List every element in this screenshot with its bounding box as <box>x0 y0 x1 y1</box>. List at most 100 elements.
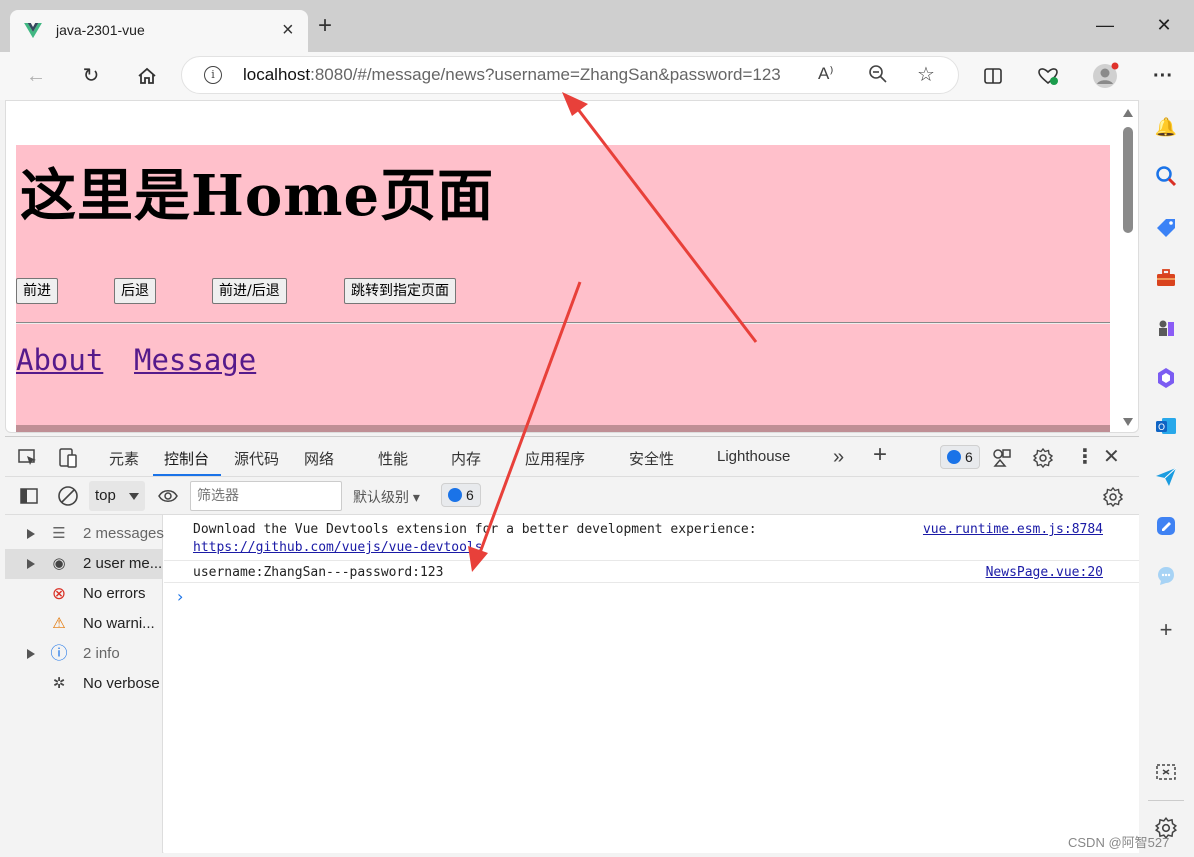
profile-avatar-icon[interactable] <box>1091 62 1119 90</box>
message-bubble-icon <box>947 450 961 464</box>
expand-arrow-icon[interactable] <box>27 649 35 659</box>
list-icon: ☰ <box>52 525 66 542</box>
scroll-up-arrow-icon[interactable] <box>1123 109 1133 117</box>
split-screen-icon[interactable] <box>979 62 1007 90</box>
send-paper-plane-icon[interactable] <box>1154 465 1178 489</box>
devtools-settings-icon[interactable] <box>1032 447 1054 469</box>
browser-essentials-icon[interactable] <box>1034 62 1062 90</box>
push-route-button[interactable]: 跳转到指定页面 <box>344 278 456 304</box>
browser-tab[interactable]: java-2301-vue × <box>10 10 308 52</box>
drop-note-icon[interactable] <box>1154 514 1178 538</box>
more-tabs-icon[interactable]: » <box>833 447 844 467</box>
settings-menu-button[interactable]: ··· <box>1149 62 1177 90</box>
console-message: Download the Vue Devtools extension for … <box>164 515 1139 561</box>
address-bar[interactable]: i localhost:8080/#/message/news?username… <box>181 56 959 94</box>
device-toolbar-icon[interactable] <box>57 447 79 469</box>
tab-lighthouse[interactable]: Lighthouse <box>717 448 790 465</box>
maximize-button[interactable] <box>1084 10 1130 40</box>
page-viewport: 这里是Home页面 前进 后退 前进/后退 跳转到指定页面 About Mess… <box>5 100 1139 433</box>
go-button[interactable]: 前进/后退 <box>212 278 287 304</box>
tab-security[interactable]: 安全性 <box>629 448 674 469</box>
log-level-value: 默认级别 <box>353 489 409 505</box>
edge-sidebar: 🔔 O + <box>1140 100 1194 857</box>
tab-performance[interactable]: 性能 <box>378 448 408 469</box>
scroll-thumb[interactable] <box>1123 127 1133 233</box>
live-expression-eye-icon[interactable] <box>157 486 179 506</box>
page-scrollbar[interactable] <box>1120 105 1136 430</box>
tools-toolbox-icon[interactable] <box>1154 266 1178 290</box>
vue-logo-icon <box>24 23 42 39</box>
sidebar-item-errors[interactable]: ⊗ No errors <box>5 579 163 609</box>
devtools-link[interactable]: https://github.com/vuejs/vue-devtools <box>193 540 483 555</box>
screenshot-capture-icon[interactable] <box>1154 760 1178 784</box>
scroll-down-arrow-icon[interactable] <box>1123 418 1133 426</box>
more-options-icon[interactable]: ⋮ <box>1075 447 1095 467</box>
back-button[interactable]: 后退 <box>114 278 156 304</box>
sidebar-divider <box>1148 800 1184 801</box>
zoom-out-icon[interactable] <box>868 64 888 84</box>
site-info-icon[interactable]: i <box>204 66 222 84</box>
tab-elements[interactable]: 元素 <box>109 448 139 469</box>
message-source-link[interactable]: NewsPage.vue:20 <box>986 565 1103 580</box>
console-prompt-icon[interactable]: › <box>177 587 183 606</box>
home-icon[interactable] <box>133 62 161 90</box>
games-chess-icon[interactable] <box>1154 316 1178 340</box>
forward-button[interactable]: 前进 <box>16 278 58 304</box>
divider <box>16 322 1110 324</box>
tab-memory[interactable]: 内存 <box>451 448 481 469</box>
log-level-select[interactable]: 默认级别 ▾ <box>353 487 420 507</box>
console-message: username:ZhangSan---password:123 NewsPag… <box>164 561 1139 583</box>
show-sidebar-icon[interactable] <box>19 486 39 506</box>
sidebar-item-verbose[interactable]: ✲ No verbose <box>5 669 163 699</box>
tab-close-button[interactable]: × <box>282 19 294 42</box>
console-toolbar: top 默认级别 ▾ 6 <box>5 477 1139 515</box>
customize-icon[interactable] <box>991 447 1013 469</box>
expand-arrow-icon[interactable] <box>27 529 35 539</box>
tab-network[interactable]: 网络 <box>304 448 334 469</box>
tab-application[interactable]: 应用程序 <box>525 448 585 469</box>
console-settings-icon[interactable] <box>1102 486 1124 508</box>
bug-icon: ✲ <box>52 675 66 692</box>
microsoft-365-icon[interactable] <box>1154 366 1178 390</box>
sidebar-item-info[interactable]: ⓘ 2 info <box>5 639 163 669</box>
chat-bubble-icon[interactable] <box>1154 564 1178 588</box>
close-devtools-icon[interactable]: ✕ <box>1103 447 1120 467</box>
favorite-star-icon[interactable]: ☆ <box>917 62 935 87</box>
warning-icon: ⚠ <box>52 615 66 632</box>
tab-sources[interactable]: 源代码 <box>234 448 279 469</box>
message-source-link[interactable]: vue.runtime.esm.js:8784 <box>923 522 1103 537</box>
issues-badge[interactable]: 6 <box>940 445 980 469</box>
sidebar-item-label: No errors <box>83 585 146 602</box>
sidebar-item-label: 2 messages <box>83 525 164 542</box>
tab-console[interactable]: 控制台 <box>164 448 209 469</box>
sidebar-item-label: No warni... <box>83 615 155 632</box>
sidebar-item-warnings[interactable]: ⚠ No warni... <box>5 609 163 639</box>
add-sidebar-app-icon[interactable]: + <box>1154 618 1178 642</box>
outlook-icon[interactable]: O <box>1154 414 1178 438</box>
back-icon[interactable]: ← <box>22 62 50 90</box>
console-issues-badge[interactable]: 6 <box>441 483 481 507</box>
tab-title: java-2301-vue <box>56 22 145 38</box>
clear-console-icon[interactable] <box>57 485 79 507</box>
refresh-icon[interactable]: ↻ <box>77 62 105 90</box>
message-link[interactable]: Message <box>134 343 256 377</box>
close-window-button[interactable]: ✕ <box>1141 10 1187 40</box>
shopping-tag-icon[interactable] <box>1154 216 1178 240</box>
error-icon: ⊗ <box>51 584 67 603</box>
read-aloud-icon[interactable]: A⁾ <box>818 64 834 84</box>
inspect-element-icon[interactable] <box>17 447 39 469</box>
notification-bell-icon[interactable]: 🔔 <box>1154 115 1178 139</box>
search-icon[interactable] <box>1154 164 1178 188</box>
svg-text:O: O <box>1158 423 1165 433</box>
new-tab-button[interactable]: + <box>318 14 332 38</box>
expand-arrow-icon[interactable] <box>27 559 35 569</box>
issues-count: 6 <box>965 449 973 465</box>
sidebar-item-messages[interactable]: ☰ 2 messages <box>5 519 164 549</box>
console-filter-input[interactable] <box>190 481 342 511</box>
message-bubble-icon <box>448 488 462 502</box>
about-link[interactable]: About <box>16 343 103 377</box>
context-selector[interactable]: top <box>89 481 145 511</box>
url-text[interactable]: localhost:8080/#/message/news?username=Z… <box>243 65 781 85</box>
add-tool-icon[interactable]: + <box>873 443 887 467</box>
sidebar-item-user-messages[interactable]: ◉ 2 user me... <box>5 549 163 579</box>
